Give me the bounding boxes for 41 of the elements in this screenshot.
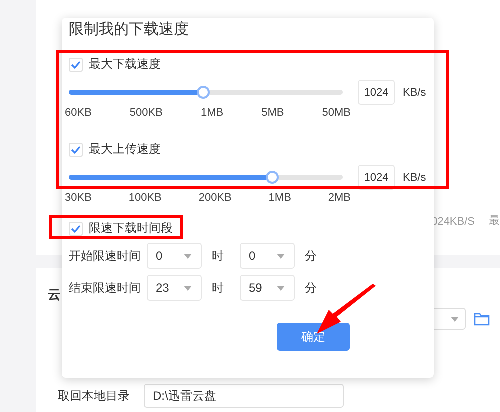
minute-dropdown[interactable]: 59 xyxy=(240,275,295,301)
speed-input[interactable]: 1024 xyxy=(358,80,395,105)
time-label: 开始限速时间 xyxy=(69,248,141,264)
check-icon xyxy=(71,60,81,68)
check-icon xyxy=(71,146,81,154)
unit-label: 分 xyxy=(304,248,318,264)
speed-note: 最 xyxy=(489,214,500,228)
hour-dropdown[interactable]: 23 xyxy=(147,275,202,301)
tick-label: 100KB xyxy=(128,192,162,204)
tick-label: 1MB xyxy=(200,107,224,119)
tick-label: 5MB xyxy=(262,107,284,119)
checkbox-label: 限速下载时间段 xyxy=(89,220,173,237)
folder-icon[interactable] xyxy=(474,312,490,326)
unit-label: 时 xyxy=(211,280,225,296)
tick-label: 50MB xyxy=(322,107,351,119)
checkbox[interactable] xyxy=(69,222,83,236)
tick-label: 1MB xyxy=(268,192,292,204)
tick-label: 2MB xyxy=(328,192,351,204)
tick-label: 60KB xyxy=(65,107,92,119)
slider-thumb[interactable] xyxy=(197,86,210,99)
checkbox-label: 最大下载速度 xyxy=(89,56,161,73)
tick-label: 500KB xyxy=(130,107,163,119)
unit-label: 时 xyxy=(211,248,225,264)
hour-dropdown[interactable]: 0 xyxy=(147,243,202,269)
path-field[interactable]: D:\迅雷云盘 xyxy=(144,384,344,408)
field-label: 取回本地目录 xyxy=(58,388,130,404)
minute-dropdown[interactable]: 0 xyxy=(240,243,295,269)
unit-label: 分 xyxy=(304,280,318,296)
time-label: 结束限速时间 xyxy=(69,280,141,296)
speed-input[interactable]: 1024 xyxy=(358,165,395,190)
checkbox-label: 最大上传速度 xyxy=(89,141,161,158)
tick-label: 200KB xyxy=(198,192,232,204)
dialog-title: 限制我的下载速度 xyxy=(69,20,190,39)
checkbox[interactable] xyxy=(69,142,83,156)
unit-label: KB/s xyxy=(403,172,426,184)
check-icon xyxy=(71,224,81,232)
checkbox[interactable] xyxy=(69,58,83,72)
section-title: 云 xyxy=(48,286,61,304)
tick-label: 30KB xyxy=(65,192,92,204)
slider-thumb[interactable] xyxy=(266,171,279,184)
unit-label: KB/s xyxy=(403,86,426,98)
